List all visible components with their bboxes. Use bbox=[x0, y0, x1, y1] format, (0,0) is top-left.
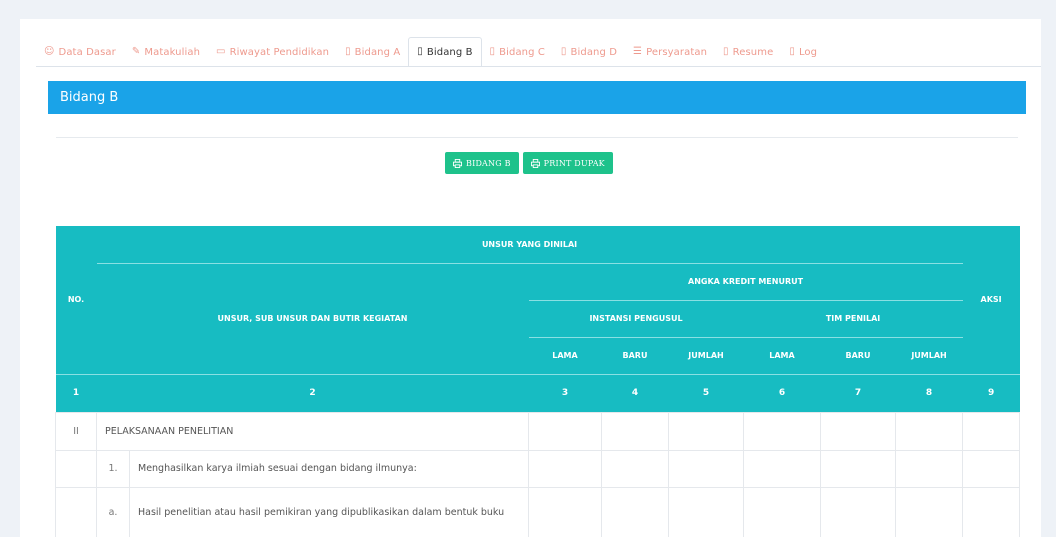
doc-icon: ▯ bbox=[417, 46, 423, 57]
tab-bidang-c[interactable]: ▯ Bidang C bbox=[482, 37, 553, 67]
tab-matakuliah[interactable]: ✎ Matakuliah bbox=[124, 37, 208, 67]
tab-label: Bidang D bbox=[570, 46, 618, 58]
index-cell: 9 bbox=[962, 373, 1020, 412]
tab-label: Riwayat Pendidikan bbox=[229, 46, 330, 58]
cell bbox=[601, 411, 669, 451]
header-baru: BARU bbox=[601, 336, 669, 374]
cell bbox=[962, 486, 1021, 537]
header-aksi: AKSI bbox=[962, 226, 1020, 374]
cell bbox=[743, 411, 821, 451]
header-lama: LAMA bbox=[743, 336, 821, 374]
tab-label: Persyaratan bbox=[646, 46, 708, 58]
print-dupak-button[interactable]: PRINT DUPAK bbox=[522, 152, 613, 174]
tab-label: Log bbox=[798, 46, 818, 58]
cell bbox=[743, 449, 821, 488]
button-label: BIDANG B bbox=[466, 158, 511, 168]
table-row: a. Hasil penelitian atau hasil pemikiran… bbox=[55, 486, 1021, 537]
print-icon bbox=[453, 158, 462, 168]
tab-label: Bidang A bbox=[354, 46, 401, 58]
table-row: II PELAKSANAAN PENELITIAN bbox=[55, 411, 1021, 451]
tab-riwayat-pendidikan[interactable]: ▭ Riwayat Pendidikan bbox=[208, 37, 337, 67]
header-tim: TIM PENILAI bbox=[743, 299, 963, 337]
cell bbox=[820, 411, 896, 451]
cell bbox=[668, 486, 744, 537]
index-cell: 4 bbox=[601, 373, 669, 412]
header-unsur-sub: UNSUR, SUB UNSUR DAN BUTIR KEGIATAN bbox=[96, 262, 529, 374]
button-label: PRINT DUPAK bbox=[543, 158, 605, 168]
tab-label: Resume bbox=[732, 46, 774, 58]
doc-icon: ▯ bbox=[345, 46, 351, 57]
row-text: Hasil penelitian atau hasil pemikiran ya… bbox=[129, 486, 529, 537]
header-no: NO. bbox=[55, 226, 97, 374]
header-angka-kredit: ANGKA KREDIT MENURUT bbox=[528, 262, 963, 300]
cell bbox=[894, 449, 964, 488]
header-jumlah: JUMLAH bbox=[668, 336, 744, 374]
index-cell: 2 bbox=[96, 373, 529, 412]
header-jumlah: JUMLAH bbox=[895, 336, 963, 374]
header-unsur-dinilai: UNSUR YANG DINILAI bbox=[96, 226, 963, 263]
row-sub-number: a. bbox=[96, 486, 130, 537]
panel-title: Bidang B bbox=[48, 81, 1026, 114]
index-cell: 1 bbox=[55, 373, 97, 412]
cell bbox=[962, 449, 1021, 488]
header-baru: BARU bbox=[820, 336, 896, 374]
row-text: Menghasilkan karya ilmiah sesuai dengan … bbox=[129, 449, 529, 488]
cell bbox=[601, 449, 669, 488]
bidang-b-button[interactable]: BIDANG B bbox=[445, 152, 519, 174]
main-card: ☺ Data Dasar ✎ Matakuliah ▭ Riwayat Pend… bbox=[20, 19, 1041, 537]
list-icon: ☰ bbox=[633, 46, 643, 57]
edit-icon: ✎ bbox=[131, 46, 141, 57]
cell bbox=[601, 486, 669, 537]
tab-label: Matakuliah bbox=[144, 46, 201, 58]
tab-bar: ☺ Data Dasar ✎ Matakuliah ▭ Riwayat Pend… bbox=[36, 37, 825, 67]
cell bbox=[668, 449, 744, 488]
tab-resume[interactable]: ▯ Resume bbox=[715, 37, 781, 67]
tab-bidang-d[interactable]: ▯ Bidang D bbox=[553, 37, 625, 67]
cell bbox=[820, 449, 896, 488]
book-icon: ▭ bbox=[216, 46, 226, 57]
tab-bidang-b[interactable]: ▯ Bidang B bbox=[408, 37, 482, 67]
cell bbox=[962, 411, 1021, 451]
tab-label: Bidang B bbox=[426, 46, 473, 58]
index-cell: 3 bbox=[528, 373, 602, 412]
print-icon bbox=[530, 158, 540, 168]
tab-divider bbox=[36, 66, 1041, 67]
cell bbox=[528, 449, 602, 488]
action-buttons: BIDANG B PRINT DUPAK bbox=[445, 152, 613, 174]
table-row: 1. Menghasilkan karya ilmiah sesuai deng… bbox=[55, 449, 1021, 488]
index-cell: 5 bbox=[668, 373, 744, 412]
index-cell: 7 bbox=[820, 373, 896, 412]
index-cell: 8 bbox=[895, 373, 963, 412]
cell bbox=[55, 449, 97, 488]
bidang-b-table: NO. UNSUR YANG DINILAI AKSI UNSUR, SUB U… bbox=[55, 226, 1021, 537]
tab-persyaratan[interactable]: ☰ Persyaratan bbox=[625, 37, 715, 67]
cell bbox=[668, 411, 744, 451]
cell bbox=[528, 486, 602, 537]
file-icon: ▯ bbox=[723, 46, 729, 57]
row-sub-number: 1. bbox=[96, 449, 130, 488]
header-instansi: INSTANSI PENGUSUL bbox=[528, 299, 744, 337]
tab-data-dasar[interactable]: ☺ Data Dasar bbox=[36, 37, 124, 67]
doc-icon: ▯ bbox=[489, 46, 496, 57]
tab-bidang-a[interactable]: ▯ Bidang A bbox=[337, 37, 408, 67]
cell bbox=[894, 411, 964, 451]
tab-log[interactable]: ▯ Log bbox=[781, 37, 825, 67]
user-icon: ☺ bbox=[44, 46, 55, 57]
header-lama: LAMA bbox=[528, 336, 602, 374]
cell bbox=[894, 486, 964, 537]
index-cell: 6 bbox=[743, 373, 821, 412]
cell bbox=[55, 486, 97, 537]
tab-label: Data Dasar bbox=[58, 46, 116, 58]
row-number: II bbox=[55, 411, 97, 451]
doc-icon: ▯ bbox=[560, 46, 567, 57]
cell bbox=[743, 486, 821, 537]
cell bbox=[528, 411, 602, 451]
divider bbox=[56, 137, 1018, 138]
log-icon: ▯ bbox=[789, 46, 795, 57]
cell bbox=[820, 486, 896, 537]
tab-label: Bidang C bbox=[499, 46, 545, 58]
row-text: PELAKSANAAN PENELITIAN bbox=[96, 411, 529, 451]
